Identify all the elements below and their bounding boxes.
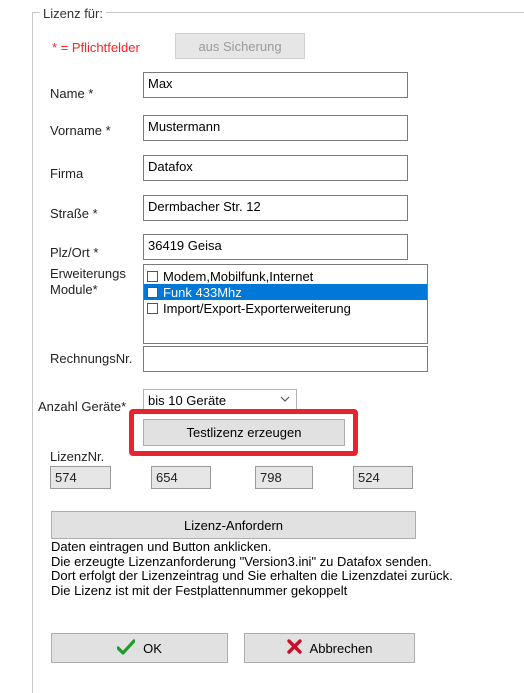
plzort-input[interactable]: 36419 Geisa <box>143 234 408 260</box>
modules-label-line1: Erweiterungs <box>50 266 126 281</box>
strasse-label: Straße * <box>50 206 98 221</box>
module-item-label: Import/Export-Exporterweiterung <box>163 300 351 316</box>
name-input[interactable]: Max <box>143 72 408 98</box>
info-text: Daten eintragen und Button anklicken. Di… <box>51 539 453 598</box>
vorname-label: Vorname * <box>50 123 111 138</box>
modules-label-line2: Module* <box>50 282 98 297</box>
module-item-label: Funk 433Mhz <box>163 284 242 300</box>
cancel-button[interactable]: Abbrechen <box>244 633 415 663</box>
info-line: Dort erfolgt der Lizenzeintrag und Sie e… <box>51 568 453 583</box>
license-nr-part-4: 524 <box>353 466 413 489</box>
license-nr-label: LizenzNr. <box>50 449 105 464</box>
plzort-label: Plz/Ort * <box>50 245 99 260</box>
module-item-funk[interactable]: Funk 433Mhz <box>144 284 427 300</box>
module-checkbox[interactable] <box>147 270 158 282</box>
info-line: Die Lizenz ist mit der Festplattennummer… <box>51 582 348 598</box>
x-cross-icon <box>286 639 302 657</box>
cancel-button-label: Abbrechen <box>309 640 373 656</box>
checkmark-icon <box>116 638 136 658</box>
firma-input[interactable]: Datafox <box>143 155 408 181</box>
module-item-import-export[interactable]: Import/Export-Exporterweiterung <box>144 300 427 316</box>
rechnung-label: RechnungsNr. <box>50 351 133 366</box>
license-nr-part-2: 654 <box>151 466 211 489</box>
rechnung-input[interactable] <box>143 346 428 372</box>
module-item-label: Modem,Mobilfunk,Internet <box>163 268 314 284</box>
devices-label: Anzahl Geräte* <box>38 399 127 414</box>
license-nr-part-3: 798 <box>255 466 313 489</box>
info-line: Daten eintragen und Button anklicken. <box>51 539 272 554</box>
modules-listbox[interactable]: Modem,Mobilfunk,Internet Funk 433Mhz Imp… <box>143 264 428 344</box>
strasse-input[interactable]: Dermbacher Str. 12 <box>143 195 408 221</box>
groupbox-legend: Lizenz für: <box>40 6 106 21</box>
name-label: Name * <box>50 86 94 101</box>
required-note: * = Pflichtfelder <box>52 40 140 55</box>
chevron-down-icon[interactable] <box>279 393 291 408</box>
info-line: Die erzeugte Lizenzanforderung "Version3… <box>51 553 432 569</box>
license-nr-part-1: 574 <box>50 466 111 489</box>
module-checkbox[interactable] <box>147 286 158 298</box>
highlight-frame <box>129 409 358 456</box>
firma-label: Firma <box>50 166 84 181</box>
ok-button[interactable]: OK <box>51 633 228 663</box>
module-item-modem[interactable]: Modem,Mobilfunk,Internet <box>144 268 427 284</box>
devices-select-value: bis 10 Geräte <box>148 392 227 408</box>
restore-button[interactable]: aus Sicherung <box>175 33 305 59</box>
ok-button-label: OK <box>143 640 162 656</box>
devices-select[interactable]: bis 10 Geräte <box>143 389 297 411</box>
vorname-input[interactable]: Mustermann <box>143 115 408 141</box>
module-checkbox[interactable] <box>147 302 158 314</box>
request-license-button[interactable]: Lizenz-Anfordern <box>51 511 416 539</box>
